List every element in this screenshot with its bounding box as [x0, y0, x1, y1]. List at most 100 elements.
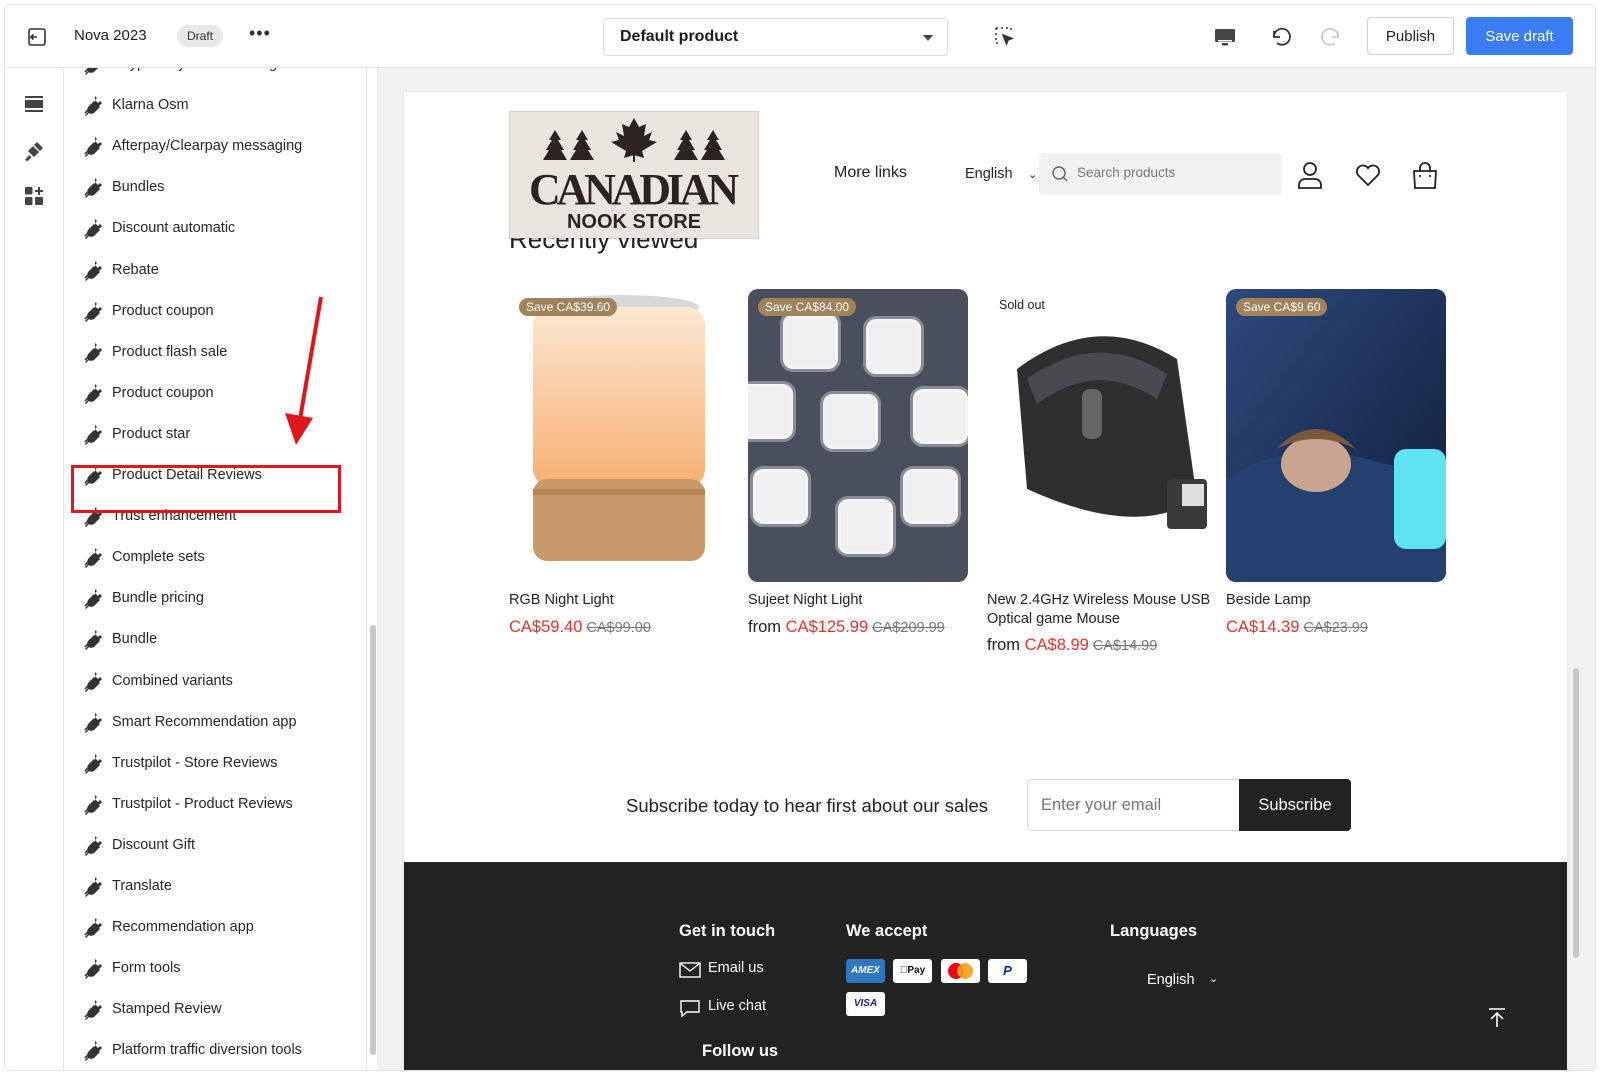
sidebar-app-block[interactable]: Combined variants [65, 661, 365, 703]
left-icon-rail [5, 68, 64, 1070]
plug-icon [82, 94, 104, 117]
plug-icon [82, 628, 104, 651]
desktop-preview-icon[interactable] [1213, 25, 1237, 49]
cart-bag-icon[interactable] [1411, 160, 1439, 190]
sidebar-item-label: Translate [112, 878, 172, 894]
editor-window: Nova 2023 Draft ••• Default product Publ… [4, 4, 1596, 1071]
discount-badge: Save CA$9.60 [1236, 298, 1328, 316]
account-icon[interactable] [1296, 160, 1324, 190]
sidebar-app-block[interactable]: Smart Recommendation app [65, 702, 365, 744]
sidebar-app-block[interactable]: Form tools [65, 948, 365, 990]
plug-icon [82, 217, 104, 240]
sold-out-badge: Sold out [999, 298, 1045, 312]
sidebar-app-block[interactable]: Discount automatic [65, 208, 365, 250]
product-image[interactable]: Sold out [987, 289, 1207, 582]
product-title[interactable]: Beside Lamp [1226, 591, 1451, 610]
store-logo[interactable]: CANADIAN NOOK STORE [509, 111, 759, 239]
inspect-select-icon[interactable] [993, 25, 1015, 47]
plug-icon [82, 998, 104, 1021]
product-image[interactable]: Save CA$9.60 [1226, 289, 1446, 582]
sidebar-item-label: Bundles [112, 179, 165, 196]
highlight-box [71, 465, 341, 513]
sidebar-app-block[interactable]: Complete sets [65, 537, 365, 579]
logo-line-2: NOOK STORE [567, 211, 701, 233]
sidebar-app-block[interactable]: Rebate [65, 250, 365, 292]
product-image[interactable]: Save CA$84.00 [748, 289, 968, 582]
plug-icon [82, 135, 104, 158]
save-draft-button[interactable]: Save draft [1466, 17, 1573, 55]
sidebar-app-block[interactable]: Trustpilot - Product Reviews [65, 784, 365, 826]
publish-button[interactable]: Publish [1367, 17, 1454, 55]
more-links-menu[interactable]: More links [834, 164, 907, 182]
product-image[interactable]: Save CA$39.60 [509, 289, 729, 582]
subscribe-button[interactable]: Subscribe [1239, 779, 1351, 831]
sidebar-item-label: Rebate [112, 261, 159, 278]
plug-icon [82, 546, 104, 569]
sidebar-item-label: Smart Recommendation app [112, 713, 297, 730]
plug-icon [82, 68, 104, 75]
sidebar-item-label: Discount Gift [112, 836, 195, 853]
chevron-down-icon: ⌄ [1028, 169, 1038, 181]
email-us-link[interactable]: Email us [708, 960, 764, 976]
footer-language-selector[interactable]: English [1147, 972, 1195, 988]
sidebar-app-block[interactable]: Klarna Osm [65, 85, 365, 127]
plug-icon [82, 916, 104, 939]
logo-line-1: CANADIAN [529, 165, 739, 214]
sidebar-item-label: Recommendation app [112, 919, 254, 936]
sidebar-app-block[interactable]: Recommendation app [65, 907, 365, 949]
theme-settings-icon[interactable] [23, 140, 45, 162]
sidebar-app-block[interactable]: Afterpay/Clearpay messaging [65, 126, 365, 168]
sidebar-app-block[interactable]: Translate [65, 866, 365, 908]
back-to-top-icon[interactable] [1487, 1007, 1507, 1029]
product-price: CA$59.40 CA$99.00 [509, 618, 651, 636]
sidebar-app-block[interactable]: Trustpilot - Store Reviews [65, 743, 365, 785]
plug-icon [82, 176, 104, 199]
product-title[interactable]: New 2.4GHz Wireless Mouse USB Optical ga… [987, 591, 1212, 629]
sidebar-app-block[interactable]: Bundles [65, 167, 365, 209]
sidebar-item-label: Stamped Review [112, 1001, 222, 1018]
sidebar-app-block[interactable]: Platform traffic diversion tools [65, 1030, 365, 1070]
plug-icon [82, 752, 104, 774]
footer-heading-contact: Get in touch [679, 922, 776, 940]
mastercard-icon [941, 959, 980, 983]
search-input[interactable]: Search products [1039, 153, 1282, 195]
sidebar-app-block[interactable]: Bundle pricing [65, 578, 365, 620]
email-field[interactable] [1027, 779, 1240, 831]
plug-icon [82, 382, 104, 404]
paypal-icon: P [988, 959, 1027, 983]
section-title: Recently viewed [509, 238, 699, 254]
amex-icon: AMEX [846, 959, 885, 983]
sidebar-item-label: Bundle pricing [112, 590, 204, 607]
sidebar-item-label: Complete sets [112, 549, 205, 566]
top-bar: Nova 2023 Draft ••• Default product Publ… [5, 5, 1595, 68]
wishlist-heart-icon[interactable] [1354, 160, 1382, 190]
template-select[interactable]: Default product [603, 18, 948, 56]
plug-icon [82, 1039, 104, 1062]
apps-icon[interactable] [23, 185, 45, 207]
plug-icon [82, 957, 104, 980]
more-options-button[interactable]: ••• [249, 23, 271, 44]
plug-icon [82, 300, 104, 322]
redo-icon[interactable] [1319, 24, 1345, 50]
chevron-down-icon: ⌄ [1209, 973, 1219, 985]
sidebar-item-label: Trustpilot - Store Reviews [112, 754, 278, 771]
live-chat-link[interactable]: Live chat [708, 998, 766, 1014]
language-selector[interactable]: English [965, 166, 1013, 182]
undo-icon[interactable] [1267, 24, 1293, 50]
exit-icon[interactable] [25, 25, 49, 49]
discount-badge: Save CA$39.60 [519, 298, 618, 316]
sidebar-item-label: Product coupon [112, 302, 214, 319]
preview-scrollbar[interactable] [1573, 668, 1579, 958]
sections-icon[interactable] [23, 93, 45, 115]
sidebar-app-block[interactable]: Discount Gift [65, 825, 365, 867]
template-select-value: Default product [620, 28, 739, 45]
sidebar-app-block[interactable]: Bundle [65, 619, 365, 661]
sidebar-app-block[interactable]: Stamped Review [65, 989, 365, 1031]
sidebar-item-label: Platform traffic diversion tools [112, 1042, 302, 1059]
plug-icon [82, 341, 104, 363]
product-title[interactable]: Sujeet Night Light [748, 591, 973, 610]
sidebar-app-block[interactable]: Paypal Pay Later Message [65, 68, 365, 86]
subscribe-text: Subscribe today to hear first about our … [626, 795, 988, 816]
sidebar-scrollbar[interactable] [370, 625, 376, 1055]
product-title[interactable]: RGB Night Light [509, 591, 734, 610]
